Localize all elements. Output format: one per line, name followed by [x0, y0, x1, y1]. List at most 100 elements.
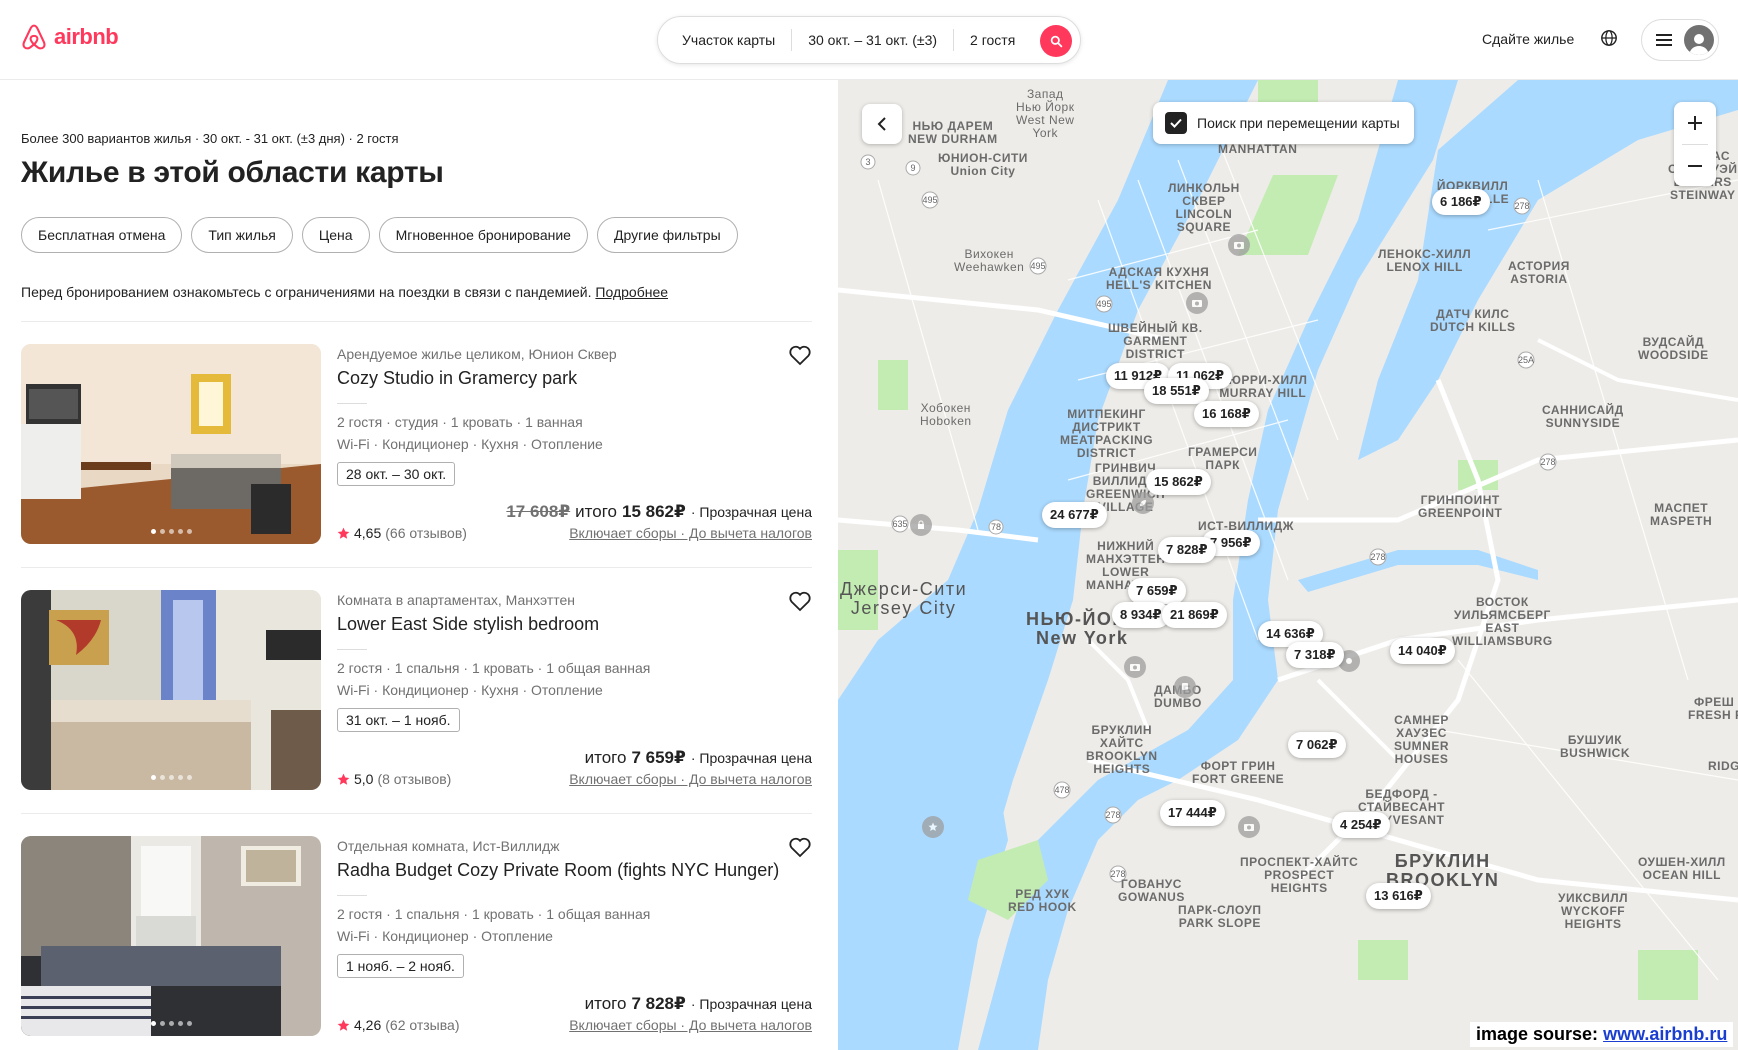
search-location[interactable]: Участок карты: [658, 32, 791, 48]
notice-more-link[interactable]: Подробнее: [595, 284, 668, 300]
checkbox[interactable]: [1165, 112, 1187, 134]
map-label: ПРОСПЕКТ-ХАЙТС PROSPECT HEIGHTS: [1240, 855, 1359, 895]
listing-title[interactable]: Radha Budget Cozy Private Room (fights N…: [337, 860, 792, 881]
search-on-move-toggle[interactable]: Поиск при перемещении карты: [1153, 102, 1414, 144]
search-on-move-label: Поиск при перемещении карты: [1197, 115, 1400, 131]
carousel-dot[interactable]: [177, 1021, 183, 1026]
source-link[interactable]: www.airbnb.ru: [1603, 1024, 1727, 1044]
poi-icon[interactable]: [1174, 676, 1196, 698]
carousel-dot[interactable]: [177, 775, 183, 780]
poi-icon[interactable]: [1186, 292, 1208, 314]
carousel-dot[interactable]: [150, 1021, 156, 1026]
poi-icon[interactable]: [1132, 492, 1154, 514]
map-label: Джерси-Сити Jersey City: [840, 579, 968, 618]
map-label: ШВЕЙНЫЙ КВ. GARMENT DISTRICT: [1108, 321, 1203, 361]
carousel-dots[interactable]: [21, 775, 321, 780]
search-dates[interactable]: 30 окт. – 31 окт. (±3): [792, 32, 953, 48]
listing-card[interactable]: Отдельная комната, Ист-Виллидж Radha Bud…: [21, 836, 812, 1036]
listing-photo[interactable]: [21, 344, 321, 544]
search-button[interactable]: [1040, 25, 1072, 57]
poi-icon[interactable]: [1228, 234, 1250, 256]
airbnb-logo[interactable]: airbnb: [20, 22, 119, 52]
price-note: · Прозрачная цена: [690, 996, 812, 1012]
carousel-dot[interactable]: [150, 775, 156, 780]
carousel-dot[interactable]: [168, 1021, 174, 1026]
poi-icon[interactable]: [1124, 656, 1146, 678]
listing-card[interactable]: Арендуемое жилье целиком, Юнион Сквер Co…: [21, 344, 812, 544]
filter-more[interactable]: Другие фильтры: [596, 217, 738, 253]
map-label: ГОВАНУС GOWANUS: [1118, 877, 1185, 904]
globe-icon[interactable]: [1600, 29, 1618, 47]
results-panel: Более 300 вариантов жилья · 30 окт. - 31…: [0, 80, 838, 1050]
carousel-dot[interactable]: [168, 529, 174, 534]
poi-icon[interactable]: [910, 514, 932, 536]
listing-price: итого 7 659₽ · Прозрачная цена: [585, 748, 812, 768]
map-price-pin[interactable]: 18 551₽: [1144, 378, 1209, 404]
map-price-pin[interactable]: 7 318₽: [1286, 642, 1344, 668]
user-menu-button[interactable]: [1641, 19, 1719, 61]
search-guests[interactable]: 2 гостя: [954, 32, 1031, 48]
map-label: МИТПЕКИНГ ДИСТРИКТ MEATPACKING DISTRICT: [1060, 407, 1154, 460]
map-price-pin[interactable]: 8 934₽: [1112, 602, 1170, 628]
zoom-out-button[interactable]: [1674, 145, 1716, 187]
fees-note[interactable]: Включает сборы · До вычета налогов: [569, 771, 812, 787]
brand-name: airbnb: [54, 24, 119, 49]
filter-type[interactable]: Тип жилья: [191, 217, 293, 253]
carousel-dot[interactable]: [159, 775, 165, 780]
old-price: 17 608₽: [506, 502, 571, 521]
listing-specs: 2 гостя · 1 спальня · 1 кровать · 1 обща…: [337, 660, 651, 676]
filter-free-cancel[interactable]: Бесплатная отмена: [21, 217, 183, 253]
map-price-pin[interactable]: 13 616₽: [1366, 883, 1431, 909]
heart-icon[interactable]: [788, 836, 812, 858]
map-price-pin[interactable]: 17 444₽: [1160, 800, 1225, 826]
listing-photo[interactable]: [21, 590, 321, 790]
carousel-dot[interactable]: [186, 1021, 192, 1026]
carousel-dot[interactable]: [150, 529, 156, 534]
map-price-pin[interactable]: 6 186₽: [1432, 189, 1490, 215]
total-price: 7 659₽: [631, 748, 686, 767]
heart-icon[interactable]: [788, 344, 812, 366]
map-price-pin[interactable]: 7 659₽: [1128, 578, 1186, 604]
listing-photo[interactable]: [21, 836, 321, 1036]
map[interactable]: 3 9 495 495 495 25A 635 78 278 278 278 4…: [838, 80, 1738, 1050]
heart-icon[interactable]: [788, 590, 812, 612]
filter-instant-book[interactable]: Мгновенное бронирование: [378, 217, 588, 253]
carousel-dot[interactable]: [186, 775, 192, 780]
carousel-dot[interactable]: [159, 1021, 165, 1026]
fees-note[interactable]: Включает сборы · До вычета налогов: [569, 1017, 812, 1033]
listing-amenities: Wi-Fi · Кондиционер · Кухня · Отопление: [337, 682, 603, 698]
total-prefix: итого: [584, 994, 627, 1013]
map-price-pin[interactable]: 15 862₽: [1146, 469, 1211, 495]
lock-icon: [918, 520, 924, 529]
map-price-pin[interactable]: 14 040₽: [1390, 638, 1455, 664]
collapse-map-button[interactable]: [862, 104, 902, 144]
camera-icon: [1130, 664, 1140, 671]
poi-icon[interactable]: [1238, 816, 1260, 838]
map-price-pin[interactable]: 16 168₽: [1194, 401, 1259, 427]
search-bar[interactable]: Участок карты 30 окт. – 31 окт. (±3) 2 г…: [657, 16, 1081, 64]
listing-title[interactable]: Cozy Studio in Gramercy park: [337, 368, 792, 389]
map-price-pin[interactable]: 24 677₽: [1042, 502, 1107, 528]
carousel-dots[interactable]: [21, 1021, 321, 1026]
fees-note[interactable]: Включает сборы · До вычета налогов: [569, 525, 812, 541]
map-price-pin[interactable]: 4 254₽: [1332, 812, 1390, 838]
become-host-link[interactable]: Сдайте жилье: [1482, 31, 1574, 47]
listing-title[interactable]: Lower East Side stylish bedroom: [337, 614, 792, 635]
poi-icon[interactable]: [922, 816, 944, 838]
map-price-pin[interactable]: 21 869₽: [1162, 602, 1227, 628]
carousel-dot[interactable]: [186, 529, 192, 534]
zoom-in-button[interactable]: [1674, 102, 1716, 144]
map-price-pin[interactable]: 7 828₽: [1158, 537, 1216, 563]
notice-text: Перед бронированием ознакомьтесь с огран…: [21, 284, 592, 300]
carousel-dot[interactable]: [168, 775, 174, 780]
rating-value: 4,65: [354, 525, 382, 541]
listing-card[interactable]: Комната в апартаментах, Манхэттен Lower …: [21, 590, 812, 790]
price-note: · Прозрачная цена: [690, 504, 812, 520]
carousel-dots[interactable]: [21, 529, 321, 534]
map-label: ЛЕНОКС-ХИЛЛ LENOX HILL: [1378, 247, 1472, 274]
filter-price[interactable]: Цена: [301, 217, 370, 253]
map-price-pin[interactable]: 7 062₽: [1288, 732, 1346, 758]
results-summary: Более 300 вариантов жилья · 30 окт. - 31…: [21, 131, 399, 146]
carousel-dot[interactable]: [177, 529, 183, 534]
carousel-dot[interactable]: [159, 529, 165, 534]
